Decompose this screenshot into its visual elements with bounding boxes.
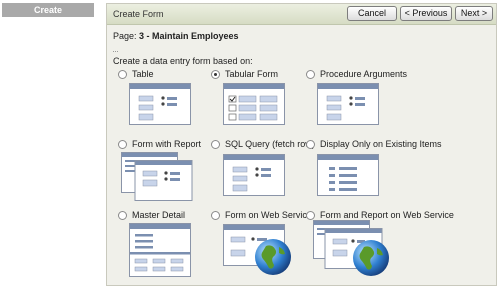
- option-label: Master Detail: [132, 210, 186, 220]
- option-label: Table: [132, 69, 154, 79]
- option-label: SQL Query (fetch row): [225, 139, 315, 149]
- option-label: Procedure Arguments: [320, 69, 408, 79]
- option-label: Form with Report: [132, 139, 202, 149]
- option-label: Tabular Form: [225, 69, 279, 79]
- radio-table[interactable]: [118, 70, 127, 79]
- globe-icon: [255, 239, 291, 275]
- table-form-icon[interactable]: [129, 83, 191, 125]
- form-type-prompt: Create a data entry form based on:: [113, 56, 253, 66]
- page-name: 3 - Maintain Employees: [139, 31, 239, 41]
- create-form-panel: Create Form Cancel < Previous Next > Pag…: [106, 3, 497, 286]
- next-button[interactable]: Next >: [455, 6, 493, 21]
- option-label: Form on Web Service: [225, 210, 312, 220]
- panel-title: Create Form: [113, 9, 164, 19]
- previous-button[interactable]: < Previous: [400, 6, 452, 21]
- page-prefix: Page:: [113, 31, 140, 41]
- radio-tabular-form[interactable]: [211, 70, 220, 79]
- procedure-arguments-icon[interactable]: [317, 83, 379, 125]
- globe-icon: [353, 240, 389, 276]
- cancel-button[interactable]: Cancel: [347, 6, 397, 21]
- form-with-report-icon[interactable]: [121, 152, 193, 202]
- sql-query-icon[interactable]: [223, 154, 285, 196]
- panel-header: Create Form Cancel < Previous Next >: [107, 4, 496, 25]
- option-label: Form and Report on Web Service: [320, 210, 454, 220]
- radio-procedure-arguments[interactable]: [306, 70, 315, 79]
- radio-sql-query[interactable]: [211, 140, 220, 149]
- display-only-icon[interactable]: [317, 154, 379, 196]
- radio-master-detail[interactable]: [118, 211, 127, 220]
- divider: [113, 51, 118, 52]
- radio-display-only[interactable]: [306, 140, 315, 149]
- radio-form-with-report[interactable]: [118, 140, 127, 149]
- radio-form-and-report-on-web-service[interactable]: [306, 211, 315, 220]
- option-label: Display Only on Existing Items: [320, 139, 442, 149]
- page-indicator: Page: 3 - Maintain Employees: [113, 31, 239, 41]
- master-detail-icon[interactable]: [129, 223, 191, 277]
- tabular-form-icon[interactable]: [223, 83, 285, 125]
- radio-form-on-web-service[interactable]: [211, 211, 220, 220]
- sidebar-tab-create[interactable]: Create: [2, 3, 94, 17]
